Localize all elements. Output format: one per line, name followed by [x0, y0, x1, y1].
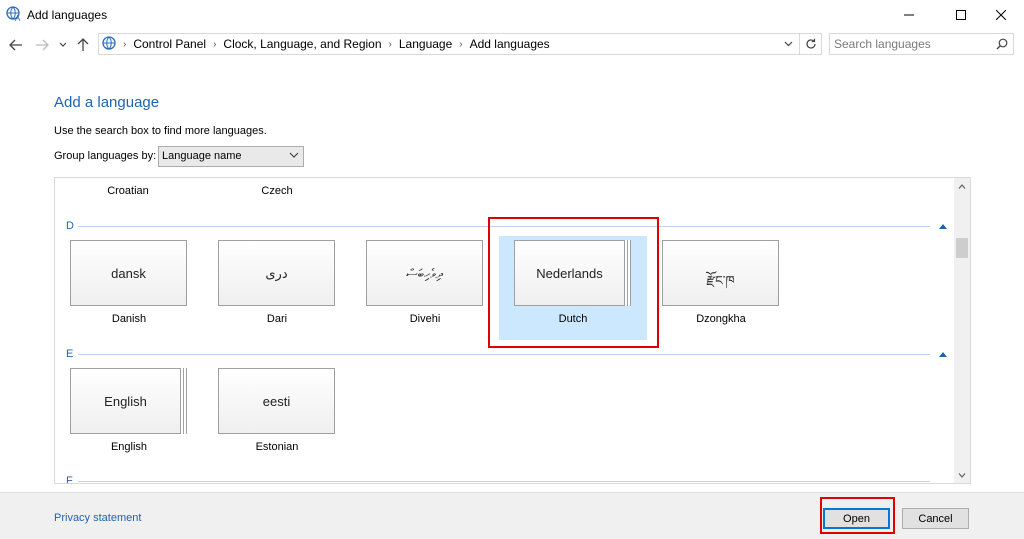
chevron-down-icon	[958, 472, 966, 478]
language-card: eesti	[218, 368, 335, 434]
chevron-up-icon	[939, 223, 947, 229]
chevron-right-icon[interactable]: ›	[459, 39, 462, 50]
section-divider	[78, 354, 930, 355]
chevron-right-icon[interactable]: ›	[389, 39, 392, 50]
language-name[interactable]: Croatian	[68, 185, 188, 197]
scrollbar-thumb[interactable]	[956, 238, 968, 258]
language-tile-english[interactable]: English English	[62, 364, 196, 468]
back-button[interactable]	[7, 36, 25, 54]
window-title: Add languages	[27, 8, 108, 22]
chevron-down-icon	[59, 42, 67, 47]
language-tile-danish[interactable]: dansk Danish	[62, 236, 196, 340]
section-header-f: F	[66, 475, 73, 483]
breadcrumb: › Control Panel › Clock, Language, and R…	[121, 37, 550, 51]
page-title: Add a language	[54, 94, 160, 111]
vertical-scrollbar[interactable]	[954, 178, 970, 483]
address-bar[interactable]: › Control Panel › Clock, Language, and R…	[98, 33, 800, 55]
breadcrumb-item[interactable]: Language	[399, 37, 452, 51]
up-arrow-icon	[77, 38, 89, 51]
native-name: eesti	[262, 394, 291, 409]
chevron-down-icon	[784, 41, 792, 47]
language-card: English	[70, 368, 181, 434]
scroll-down-button[interactable]	[954, 467, 970, 483]
search-input[interactable]	[834, 36, 989, 52]
group-by-value: Language name	[162, 150, 242, 162]
section-header-d: D	[66, 220, 74, 232]
minimize-button[interactable]	[886, 0, 932, 30]
group-by-select[interactable]: Language name	[158, 146, 304, 167]
title-bar: A Add languages	[0, 0, 1024, 30]
search-hint: Use the search box to find more language…	[54, 125, 267, 137]
breadcrumb-item[interactable]: Clock, Language, and Region	[223, 37, 381, 51]
up-button[interactable]	[74, 36, 92, 54]
language-name: Estonian	[255, 441, 299, 453]
language-tile-dzongkha[interactable]: རྫོང་ཁ Dzongkha	[654, 236, 788, 340]
chevron-up-icon	[958, 183, 966, 189]
language-card: دری	[218, 240, 335, 306]
refresh-button[interactable]	[800, 33, 822, 55]
language-card: dansk	[70, 240, 187, 306]
language-name: Divehi	[409, 313, 441, 325]
language-globe-icon: A	[6, 6, 21, 22]
search-icon[interactable]	[996, 38, 1008, 50]
minimize-icon	[904, 14, 914, 16]
chevron-down-icon	[289, 152, 299, 158]
chevron-right-icon[interactable]: ›	[213, 39, 216, 50]
language-name: English	[110, 441, 148, 453]
forward-button[interactable]	[33, 36, 51, 54]
language-name: Dzongkha	[696, 313, 746, 325]
native-name: dansk	[111, 266, 146, 281]
recent-locations-button[interactable]	[57, 36, 69, 54]
language-globe-icon	[102, 36, 116, 50]
breadcrumb-item[interactable]: Add languages	[470, 37, 550, 51]
cancel-button[interactable]: Cancel	[902, 508, 969, 529]
native-name: English	[104, 394, 147, 409]
svg-text:A: A	[15, 14, 21, 22]
language-tile-divehi[interactable]: ދިވެހިބަސް Divehi	[358, 236, 492, 340]
highlight-annotation	[820, 497, 895, 534]
language-name: Danish	[111, 313, 147, 325]
native-name: རྫོང་ཁ	[706, 273, 735, 288]
close-button[interactable]	[978, 0, 1024, 30]
breadcrumb-item[interactable]: Control Panel	[133, 37, 206, 51]
language-name: Dari	[266, 313, 288, 325]
language-card: རྫོང་ཁ	[662, 240, 779, 306]
language-name[interactable]: Czech	[217, 185, 337, 197]
language-tile-estonian[interactable]: eesti Estonian	[210, 364, 344, 468]
collapse-section-button[interactable]	[937, 349, 949, 359]
section-divider	[78, 481, 930, 482]
group-by-label: Group languages by:	[54, 150, 157, 162]
chevron-up-icon	[939, 351, 947, 357]
native-name: دری	[265, 266, 288, 281]
chevron-right-icon: ›	[123, 38, 127, 50]
native-name: ދިވެހިބަސް	[406, 266, 443, 281]
address-dropdown-button[interactable]	[781, 37, 795, 51]
collapse-section-button[interactable]	[937, 221, 949, 231]
close-icon	[996, 10, 1006, 20]
scroll-up-button[interactable]	[954, 178, 970, 194]
search-box[interactable]	[829, 33, 1014, 55]
highlight-annotation	[488, 217, 659, 348]
forward-arrow-icon	[36, 39, 49, 51]
back-arrow-icon	[9, 39, 22, 51]
language-tile-dari[interactable]: دری Dari	[210, 236, 344, 340]
maximize-icon	[956, 10, 966, 20]
language-card: ދިވެހިބަސް	[366, 240, 483, 306]
privacy-statement-link[interactable]: Privacy statement	[54, 512, 141, 524]
refresh-icon	[805, 38, 816, 49]
section-header-e: E	[66, 348, 74, 360]
